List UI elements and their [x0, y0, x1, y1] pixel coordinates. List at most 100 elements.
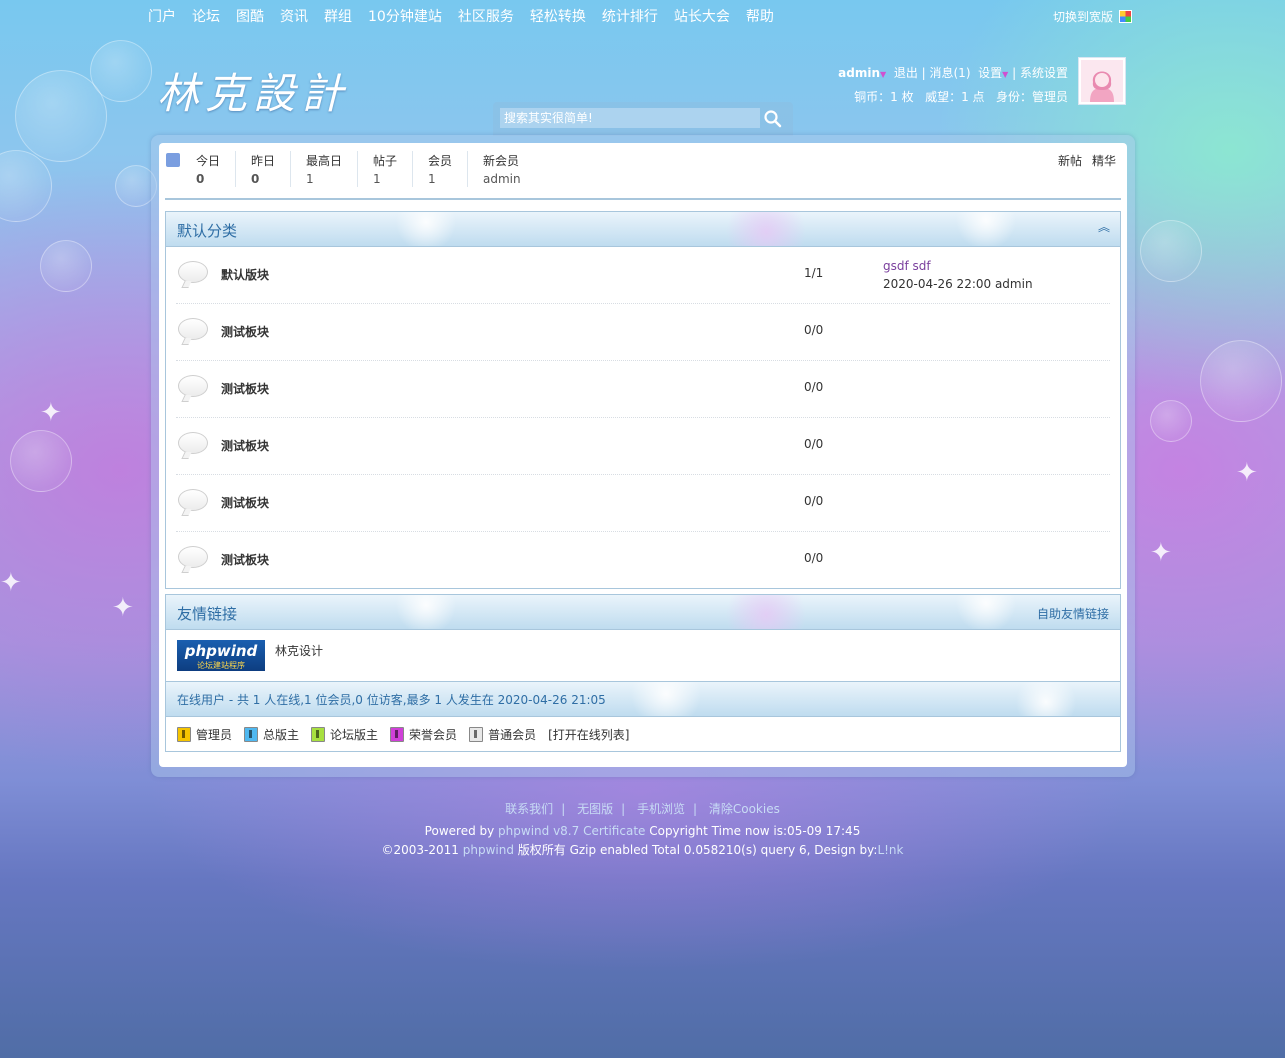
admin-user-icon — [177, 726, 191, 742]
mobile-view-link[interactable]: 手机浏览 — [637, 802, 685, 816]
digest-link[interactable]: 精华 — [1092, 152, 1116, 169]
logout-link[interactable]: 退出 — [894, 66, 918, 80]
stat-value: 1 — [428, 172, 436, 186]
forum-post-count: 1/1 — [804, 266, 824, 280]
forum-row: 测试板块 0/0 — [176, 532, 1110, 588]
new-posts-link[interactable]: 新帖 — [1058, 152, 1082, 169]
forum-post-count: 0/0 — [804, 323, 824, 337]
copyright-time-text: Copyright Time now is:05-09 17:45 — [645, 824, 861, 838]
avatar[interactable] — [1078, 57, 1126, 105]
top-nav-links: 门户 论坛 图酷 资讯 群组 10分钟建站 社区服务 轻松转换 统计排行 站长大… — [148, 6, 790, 26]
stat-today: 今日 0 — [196, 152, 220, 188]
friend-link-site[interactable]: 林克设计 — [275, 642, 323, 659]
legend-moderator: 论坛版主 — [311, 726, 378, 743]
username-link[interactable]: admin — [838, 66, 880, 80]
nav-item-news[interactable]: 资讯 — [280, 6, 308, 26]
decor-bubble — [15, 70, 107, 162]
system-settings-link[interactable]: 系统设置 — [1020, 66, 1068, 80]
last-post-meta: 2020-04-26 22:00 admin — [883, 277, 1033, 291]
nav-item-photos[interactable]: 图酷 — [236, 6, 264, 26]
forum-name-link[interactable]: 测试板块 — [221, 494, 269, 511]
decor-sparkle: ✦ — [1236, 458, 1258, 488]
category-section: 默认分类 ︽ 默认版块 1/1 gsdf sdf 2020-04-26 22:0… — [165, 211, 1121, 589]
nav-item-ranking[interactable]: 统计排行 — [602, 6, 658, 26]
powered-by-line: Powered by phpwind v8.7 Certificate Copy… — [0, 822, 1285, 841]
search-input[interactable] — [500, 108, 760, 128]
phpwind-certificate-link[interactable]: phpwind v8.7 Certificate — [498, 824, 645, 838]
forum-post-count: 0/0 — [804, 437, 824, 451]
forum-row: 测试板块 0/0 — [176, 361, 1110, 418]
forum-name-link[interactable]: 测试板块 — [221, 551, 269, 568]
chevron-down-icon[interactable]: ▼ — [880, 70, 886, 79]
settings-link[interactable]: 设置 — [978, 66, 1002, 80]
forum-post-count: 0/0 — [804, 494, 824, 508]
divider — [235, 151, 236, 187]
site-logo[interactable]: 林克設計 — [157, 60, 349, 121]
decor-bubble — [1200, 340, 1282, 422]
honor-member-icon — [390, 726, 405, 742]
stat-members: 会员 1 — [428, 152, 452, 188]
main-content: 今日 0 昨日 0 最高日 1 帖子 1 会员 1 新会员 admin 新帖 精… — [159, 143, 1127, 767]
stat-value: 1 — [306, 172, 314, 186]
phpwind-link[interactable]: phpwind — [463, 843, 514, 857]
speech-bubble-icon — [178, 432, 208, 454]
footer: 联系我们 | 无图版 | 手机浏览 | 清除Cookies Powered by ph… — [0, 800, 1285, 860]
divider — [357, 151, 358, 187]
forum-stats: 今日 0 昨日 0 最高日 1 帖子 1 会员 1 新会员 admin 新帖 精… — [159, 143, 1127, 193]
nav-item-build-site[interactable]: 10分钟建站 — [368, 6, 442, 26]
decor-bubble — [10, 430, 72, 492]
nav-item-community[interactable]: 社区服务 — [458, 6, 514, 26]
contact-us-link[interactable]: 联系我们 — [505, 802, 553, 816]
top-navigation: 门户 论坛 图酷 资讯 群组 10分钟建站 社区服务 轻松转换 统计排行 站长大… — [0, 0, 1285, 32]
switch-wide-link[interactable]: 切换到宽版 — [1053, 8, 1132, 25]
text-version-link[interactable]: 无图版 — [577, 802, 613, 816]
main-panel: 今日 0 昨日 0 最高日 1 帖子 1 会员 1 新会员 admin 新帖 精… — [151, 135, 1135, 777]
footer-links: 联系我们 | 无图版 | 手机浏览 | 清除Cookies — [0, 800, 1285, 819]
nav-item-convert[interactable]: 轻松转换 — [530, 6, 586, 26]
open-online-list-link[interactable]: [打开在线列表] — [548, 726, 629, 743]
decor-bubble — [0, 150, 52, 222]
phpwind-logo[interactable]: phpwind 论坛建站程序 — [177, 640, 265, 671]
new-member-link[interactable]: admin — [483, 170, 521, 188]
forum-last-post: gsdf sdf 2020-04-26 22:00 admin — [883, 257, 1033, 293]
category-header: 默认分类 ︽ — [166, 212, 1120, 247]
stat-max-day: 最高日 1 — [306, 152, 342, 188]
nav-item-forum[interactable]: 论坛 — [192, 6, 220, 26]
clear-cookies-link[interactable]: 清除Cookies — [709, 802, 780, 816]
forum-row: 默认版块 1/1 gsdf sdf 2020-04-26 22:00 admin — [176, 247, 1110, 304]
decor-bubble — [1140, 220, 1202, 282]
stat-label: 最高日 — [306, 154, 343, 168]
chevron-down-icon[interactable]: ▼ — [1002, 70, 1008, 79]
collapse-icon[interactable]: ︽ — [1097, 221, 1111, 235]
phpwind-logo-text: phpwind — [184, 642, 258, 660]
speech-bubble-icon — [178, 318, 208, 340]
last-post-title-link[interactable]: gsdf sdf — [883, 257, 1033, 275]
nav-item-webmaster[interactable]: 站长大会 — [674, 6, 730, 26]
forum-list: 默认版块 1/1 gsdf sdf 2020-04-26 22:00 admin… — [166, 247, 1120, 588]
divider — [412, 151, 413, 187]
nav-item-portal[interactable]: 门户 — [148, 6, 176, 26]
forum-name-link[interactable]: 默认版块 — [221, 266, 269, 283]
decor-sparkle: ✦ — [0, 568, 22, 598]
speech-bubble-icon — [178, 375, 208, 397]
copper-coins: 铜币：1 枚 — [854, 90, 914, 104]
forum-row: 测试板块 0/0 — [176, 304, 1110, 361]
forum-name-link[interactable]: 测试板块 — [221, 380, 269, 397]
self-link-button[interactable]: 自助友情链接 — [1037, 605, 1109, 622]
decor-sparkle: ✦ — [40, 398, 62, 428]
decor-sparkle: ✦ — [112, 593, 134, 623]
copyright-line: ©2003-2011 phpwind 版权所有 Gzip enabled Tot… — [0, 841, 1285, 860]
friend-links-body: phpwind 论坛建站程序 林克设计 — [166, 630, 1120, 682]
user-role: 身份：管理员 — [995, 90, 1068, 104]
category-title[interactable]: 默认分类 — [177, 220, 237, 241]
nav-item-help[interactable]: 帮助 — [746, 6, 774, 26]
designer-link[interactable]: L!nk — [877, 843, 903, 857]
search-button[interactable] — [763, 109, 783, 129]
phpwind-logo-subtitle: 论坛建站程序 — [197, 661, 245, 670]
divider: | — [561, 802, 566, 816]
search-icon — [764, 110, 782, 128]
forum-name-link[interactable]: 测试板块 — [221, 323, 269, 340]
messages-link[interactable]: 消息(1) — [930, 66, 971, 80]
nav-item-groups[interactable]: 群组 — [324, 6, 352, 26]
forum-name-link[interactable]: 测试板块 — [221, 437, 269, 454]
